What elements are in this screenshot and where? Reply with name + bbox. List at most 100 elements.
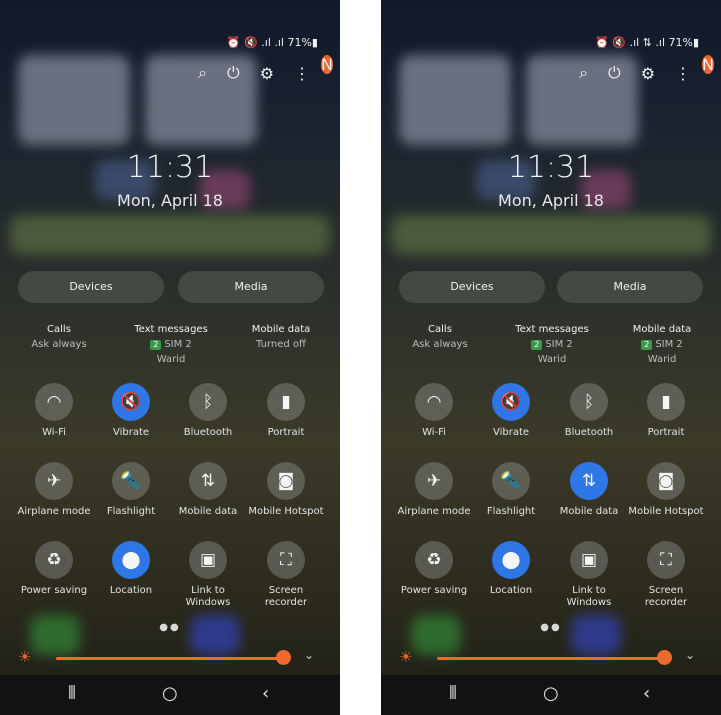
sim-mobile-data[interactable]: Mobile data 2 SIM 2 Warid bbox=[607, 322, 717, 367]
tile-label: Wi-Fi bbox=[422, 427, 446, 438]
tile-screen-recorder[interactable]: ⛶ Screen recorder bbox=[248, 541, 324, 609]
sim-data-value: SIM 2 bbox=[655, 339, 683, 350]
tile-mobile-hotspot[interactable]: ◙ Mobile Hotspot bbox=[248, 462, 324, 518]
tile-wifi[interactable]: ◠ Wi-Fi bbox=[396, 383, 472, 439]
chevron-down-icon[interactable]: ⌄ bbox=[304, 648, 314, 662]
tile-screen-recorder[interactable]: ⛶ Screen recorder bbox=[628, 541, 704, 609]
sim-calls-title: Calls bbox=[47, 324, 71, 335]
tile-label: Mobile data bbox=[178, 506, 238, 517]
brightness-thumb[interactable] bbox=[276, 650, 291, 665]
brightness-control[interactable]: ☀ ⌄ bbox=[399, 648, 709, 668]
tile-label: Mobile Hotspot bbox=[248, 506, 324, 517]
tile-wifi[interactable]: ◠ Wi-Fi bbox=[16, 383, 92, 439]
tile-label: Location bbox=[489, 585, 533, 596]
tile-power-saving[interactable]: ♻ Power saving bbox=[396, 541, 472, 597]
chevron-down-icon[interactable]: ⌄ bbox=[685, 648, 695, 662]
sim-text-value: SIM 2 bbox=[164, 339, 192, 350]
search-icon[interactable]: ⌕ bbox=[198, 63, 207, 83]
brightness-track[interactable] bbox=[437, 657, 665, 660]
navigation-bar: ⦀ ○ ‹ bbox=[381, 675, 721, 715]
screen-recorder-icon: ⛶ bbox=[647, 541, 685, 579]
tile-airplane-mode[interactable]: ✈ Airplane mode bbox=[396, 462, 472, 518]
tile-location[interactable]: ⬤ Location bbox=[93, 541, 169, 597]
gear-icon[interactable]: ⚙ bbox=[260, 64, 274, 83]
sim-mobile-data[interactable]: Mobile data Turned off bbox=[226, 322, 336, 352]
media-button[interactable]: Media bbox=[557, 271, 703, 303]
link-to-windows-icon: ▣ bbox=[189, 541, 227, 579]
tile-vibrate[interactable]: 🔇 Vibrate bbox=[473, 383, 549, 439]
power-icon[interactable]: ⏻ bbox=[227, 63, 240, 83]
sim-text-title: Text messages bbox=[134, 324, 208, 335]
portrait-lock-icon: ▮ bbox=[267, 383, 305, 421]
sim-badge: 2 bbox=[150, 340, 162, 350]
devices-button[interactable]: Devices bbox=[18, 271, 164, 303]
tile-label: Location bbox=[109, 585, 153, 596]
brightness-control[interactable]: ☀ ⌄ bbox=[18, 648, 328, 668]
sim-calls[interactable]: Calls Ask always bbox=[385, 322, 495, 352]
tile-bluetooth[interactable]: ᛒ Bluetooth bbox=[551, 383, 627, 439]
brightness-thumb[interactable] bbox=[657, 650, 672, 665]
status-bar: ⏰ 🔇 .ıl ⇅ .ıl 71%▮ bbox=[595, 36, 699, 49]
search-icon[interactable]: ⌕ bbox=[579, 63, 588, 83]
home-icon[interactable]: ○ bbox=[162, 683, 178, 704]
quick-panel-screen-right: ⏰ 🔇 .ıl ⇅ .ıl 71%▮ ⌕ ⏻ ⚙ ⋮ N 11:31 Mon, A… bbox=[381, 0, 721, 715]
vibrate-icon: 🔇 bbox=[492, 383, 530, 421]
recent-apps-icon[interactable]: ⦀ bbox=[68, 683, 76, 704]
bluetooth-icon: ᛒ bbox=[570, 383, 608, 421]
tile-link-to-windows[interactable]: ▣ Link to Windows bbox=[170, 541, 246, 609]
tile-mobile-data[interactable]: ⇅ Mobile data bbox=[551, 462, 627, 518]
gear-icon[interactable]: ⚙ bbox=[641, 64, 655, 83]
tile-label: Bluetooth bbox=[564, 427, 614, 438]
home-icon[interactable]: ○ bbox=[543, 683, 559, 704]
tile-label: Mobile Hotspot bbox=[628, 506, 704, 517]
tile-vibrate[interactable]: 🔇 Vibrate bbox=[93, 383, 169, 439]
airplane-icon: ✈ bbox=[415, 462, 453, 500]
tile-mobile-data[interactable]: ⇅ Mobile data bbox=[170, 462, 246, 518]
more-options-icon[interactable]: ⋮ N bbox=[675, 54, 714, 83]
mobile-data-icon: ⇅ bbox=[570, 462, 608, 500]
tile-link-to-windows[interactable]: ▣ Link to Windows bbox=[551, 541, 627, 609]
tile-airplane-mode[interactable]: ✈ Airplane mode bbox=[16, 462, 92, 518]
tile-power-saving[interactable]: ♻ Power saving bbox=[16, 541, 92, 597]
back-icon[interactable]: ‹ bbox=[643, 683, 650, 704]
tile-portrait[interactable]: ▮ Portrait bbox=[248, 383, 324, 439]
tile-flashlight[interactable]: 🔦 Flashlight bbox=[93, 462, 169, 518]
sim-data-carrier: Warid bbox=[647, 354, 677, 365]
wifi-icon: ◠ bbox=[35, 383, 73, 421]
location-icon: ⬤ bbox=[112, 541, 150, 579]
sim-text-messages[interactable]: Text messages 2 SIM 2 Warid bbox=[497, 322, 607, 367]
sim-badge: 2 bbox=[531, 340, 543, 350]
recent-apps-icon[interactable]: ⦀ bbox=[449, 683, 457, 704]
tile-portrait[interactable]: ▮ Portrait bbox=[628, 383, 704, 439]
back-icon[interactable]: ‹ bbox=[262, 683, 269, 704]
sim-text-carrier: Warid bbox=[537, 354, 567, 365]
tile-mobile-hotspot[interactable]: ◙ Mobile Hotspot bbox=[628, 462, 704, 518]
more-options-icon[interactable]: ⋮ N bbox=[294, 54, 333, 83]
devices-button[interactable]: Devices bbox=[399, 271, 545, 303]
tile-label: Power saving bbox=[400, 585, 468, 596]
tile-label: Link to Windows bbox=[185, 585, 231, 608]
sim-calls[interactable]: Calls Ask always bbox=[4, 322, 114, 352]
brightness-track[interactable] bbox=[56, 657, 284, 660]
top-actions: ⌕ ⏻ ⚙ ⋮ N bbox=[579, 54, 714, 83]
tile-flashlight[interactable]: 🔦 Flashlight bbox=[473, 462, 549, 518]
brightness-sun-icon: ☀ bbox=[18, 648, 32, 666]
top-actions: ⌕ ⏻ ⚙ ⋮ N bbox=[198, 54, 333, 83]
wifi-icon: ◠ bbox=[415, 383, 453, 421]
tile-label: Screen recorder bbox=[644, 585, 688, 608]
link-to-windows-icon: ▣ bbox=[570, 541, 608, 579]
sim-text-messages[interactable]: Text messages 2 SIM 2 Warid bbox=[116, 322, 226, 367]
media-button[interactable]: Media bbox=[178, 271, 324, 303]
navigation-bar: ⦀ ○ ‹ bbox=[0, 675, 340, 715]
sim-text-carrier: Warid bbox=[156, 354, 186, 365]
sim-data-value: Turned off bbox=[256, 339, 306, 350]
tile-location[interactable]: ⬤ Location bbox=[473, 541, 549, 597]
sim-calls-title: Calls bbox=[428, 324, 452, 335]
tile-label: Portrait bbox=[267, 427, 305, 438]
mobile-data-icon: ⇅ bbox=[189, 462, 227, 500]
power-icon[interactable]: ⏻ bbox=[608, 63, 621, 83]
tile-label: Flashlight bbox=[486, 506, 536, 517]
power-saving-icon: ♻ bbox=[415, 541, 453, 579]
hotspot-icon: ◙ bbox=[267, 462, 305, 500]
tile-bluetooth[interactable]: ᛒ Bluetooth bbox=[170, 383, 246, 439]
